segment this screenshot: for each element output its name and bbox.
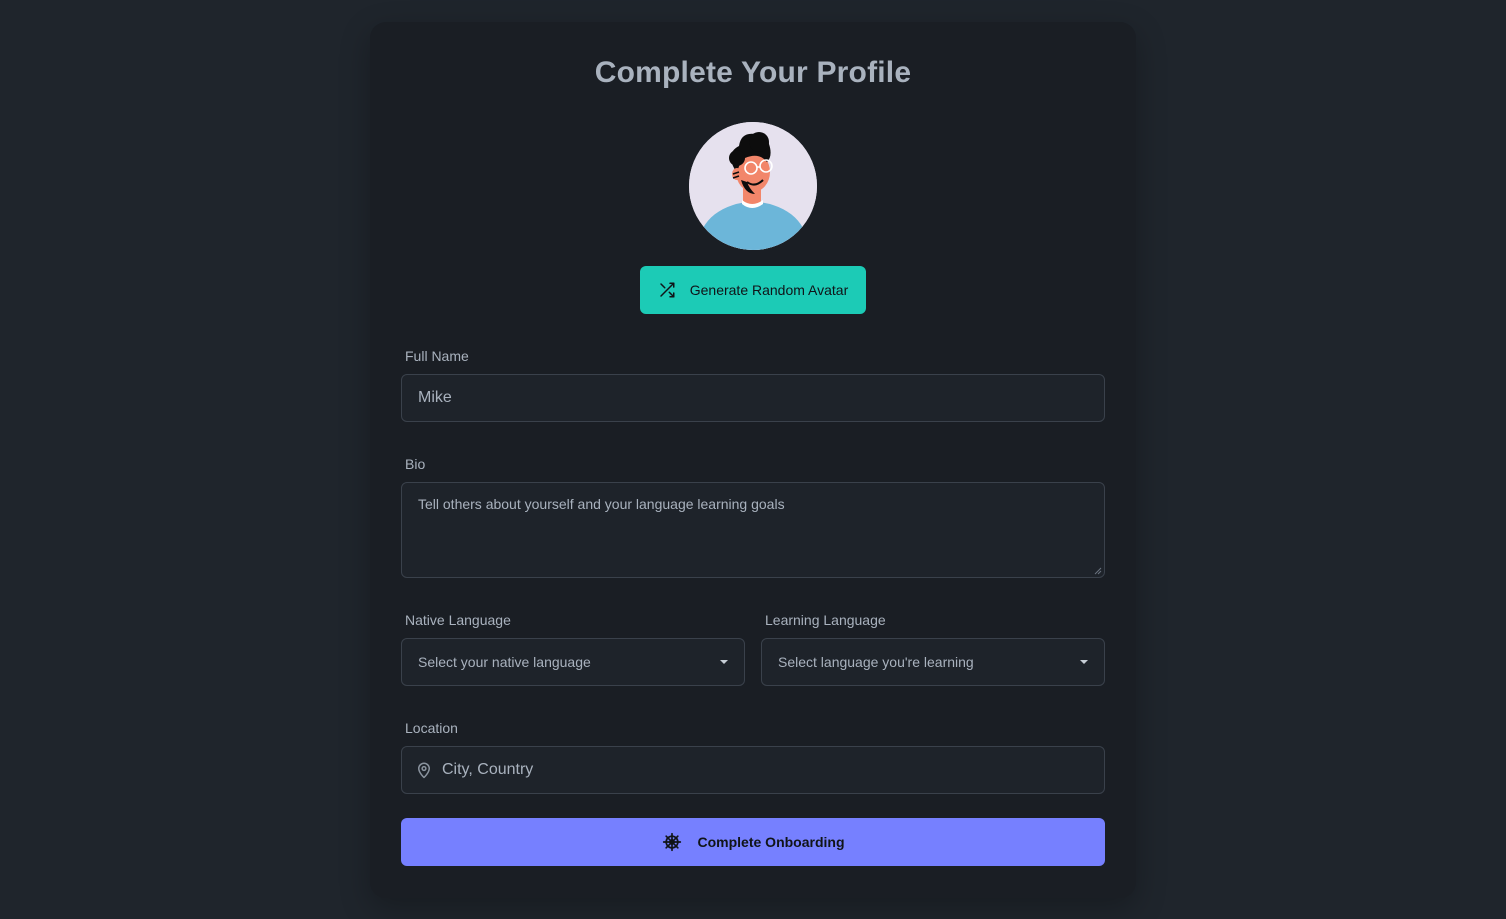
complete-onboarding-label: Complete Onboarding [697, 834, 845, 850]
location-input[interactable]: City, Country [401, 746, 1105, 794]
location-label: Location [405, 720, 458, 736]
chevron-down-icon [1080, 660, 1088, 664]
chevron-down-icon [720, 660, 728, 664]
native-language-label: Native Language [405, 612, 511, 628]
map-pin-icon [418, 762, 430, 779]
bio-textarea[interactable]: Tell others about yourself and your lang… [401, 482, 1105, 578]
full-name-label: Full Name [405, 348, 469, 364]
learning-language-select[interactable]: Select language you're learning [761, 638, 1105, 686]
shuffle-icon [659, 282, 675, 298]
location-placeholder: City, Country [442, 761, 534, 778]
resize-grip-icon[interactable] [1094, 567, 1102, 575]
learning-language-label: Learning Language [765, 612, 886, 628]
page-title: Complete Your Profile [594, 56, 912, 89]
avatar [689, 122, 817, 250]
native-language-select[interactable]: Select your native language [401, 638, 745, 686]
complete-onboarding-button[interactable]: Complete Onboarding [401, 818, 1105, 866]
avatar-illustration [689, 122, 817, 250]
bio-placeholder: Tell others about yourself and your lang… [418, 496, 785, 512]
learning-language-value: Select language you're learning [778, 654, 974, 670]
onboarding-card: Complete Your Profile Generate Random Av… [370, 22, 1136, 898]
generate-avatar-button[interactable]: Generate Random Avatar [640, 266, 866, 314]
bio-label: Bio [405, 456, 426, 472]
generate-avatar-label: Generate Random Avatar [689, 282, 849, 298]
full-name-input[interactable]: Mike [401, 374, 1105, 422]
ship-wheel-icon [662, 832, 681, 852]
native-language-value: Select your native language [418, 654, 591, 670]
